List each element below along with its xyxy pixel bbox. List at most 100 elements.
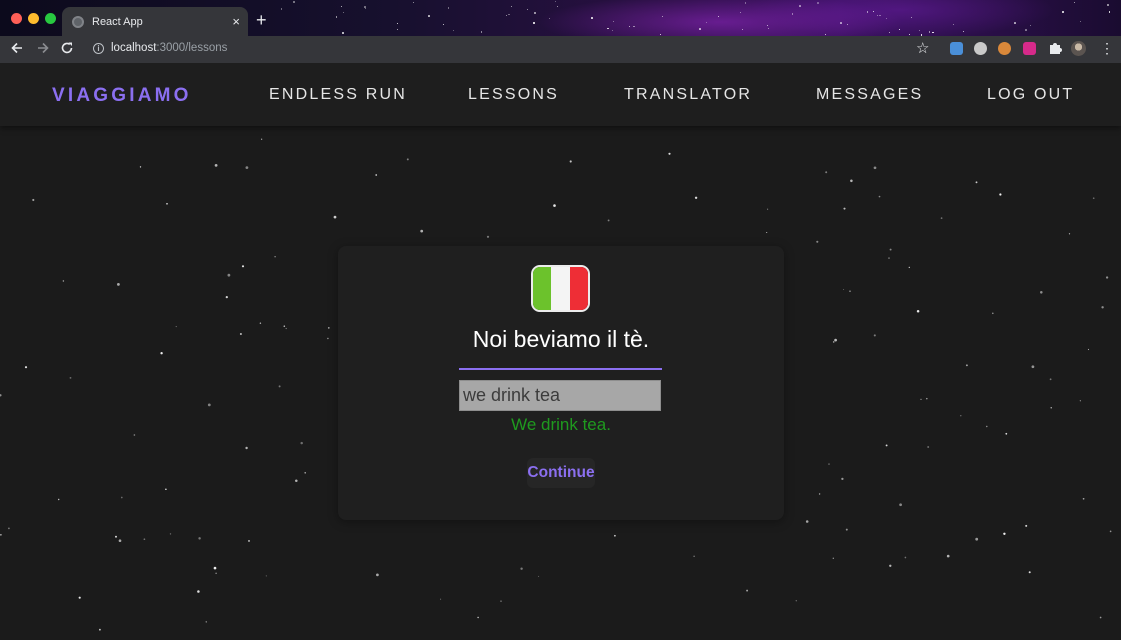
star-dot (1101, 306, 1104, 309)
star-dot (1028, 571, 1031, 574)
star-dot (342, 32, 344, 34)
star-dot (412, 1, 415, 4)
star-dot (139, 166, 142, 168)
app-navbar: VIAGGIAMO ENDLESS RUN LESSONS TRANSLATOR… (0, 63, 1121, 126)
star-dot (265, 575, 267, 577)
star-dot (169, 533, 172, 535)
italy-flag-icon (531, 265, 590, 312)
star-dot (420, 229, 424, 233)
star-dot (888, 257, 890, 259)
star-dot (1108, 11, 1111, 13)
address-bar[interactable]: localhost:3000/lessons (111, 42, 227, 54)
minimize-window-button[interactable] (28, 13, 39, 24)
nav-endless-run[interactable]: ENDLESS RUN (269, 86, 407, 104)
star-dot (872, 11, 874, 13)
star-dot (845, 528, 848, 531)
star-dot (1092, 197, 1095, 200)
star-dot (375, 174, 378, 176)
star-dot (843, 207, 846, 210)
star-dot (841, 477, 844, 481)
app-page: VIAGGIAMO ENDLESS RUN LESSONS TRANSLATOR… (0, 63, 1121, 640)
star-dot (850, 179, 853, 183)
menu-kebab-icon[interactable]: ⋮ (1100, 40, 1114, 56)
star-dot (816, 240, 819, 243)
star-dot (791, 12, 794, 15)
star-dot (165, 488, 167, 490)
star-dot (767, 25, 769, 27)
star-dot (406, 158, 409, 161)
star-dot (1099, 616, 1102, 619)
profile-avatar[interactable] (1071, 41, 1086, 56)
star-dot (24, 366, 28, 369)
star-dot (274, 256, 276, 258)
extension-gear-icon[interactable] (974, 42, 987, 55)
flag-stripe-red (569, 267, 588, 310)
new-tab-button[interactable]: + (256, 11, 267, 29)
star-dot (259, 322, 262, 324)
star-dot (611, 30, 613, 32)
url-path: :3000/lessons (156, 42, 228, 54)
star-dot (918, 29, 920, 31)
extension-cookie-icon[interactable] (998, 42, 1011, 55)
star-dot (505, 14, 508, 16)
star-dot (1080, 20, 1082, 22)
forward-arrow-icon[interactable] (36, 41, 50, 58)
star-dot (876, 14, 878, 16)
star-dot (341, 6, 342, 7)
star-dot (0, 534, 2, 536)
star-dot (1068, 233, 1071, 235)
star-dot (698, 28, 701, 31)
star-dot (633, 26, 635, 28)
star-dot (1005, 432, 1008, 435)
star-dot (549, 17, 551, 19)
star-dot (292, 0, 295, 3)
nav-translator[interactable]: TRANSLATOR (624, 86, 752, 104)
star-dot (909, 33, 911, 36)
star-dot (1025, 524, 1028, 527)
star-dot (590, 17, 593, 19)
star-dot (99, 628, 101, 631)
reload-icon[interactable] (60, 41, 74, 58)
star-dot (834, 338, 837, 342)
star-dot (1079, 400, 1081, 402)
nav-messages[interactable]: MESSAGES (816, 86, 923, 104)
answer-input[interactable] (459, 380, 661, 411)
star-dot (607, 27, 609, 30)
url-host: localhost (111, 42, 157, 54)
star-dot (1082, 497, 1085, 500)
star-dot (245, 166, 249, 169)
maximize-window-button[interactable] (45, 13, 56, 24)
star-dot (397, 22, 398, 24)
extension-bookmark-icon[interactable] (950, 42, 963, 55)
close-window-button[interactable] (11, 13, 22, 24)
extension-grid-icon[interactable] (1023, 42, 1036, 55)
extensions-puzzle-icon[interactable] (1048, 41, 1062, 58)
star-dot (849, 290, 851, 292)
star-dot (1107, 4, 1109, 6)
nav-lessons[interactable]: LESSONS (468, 86, 559, 104)
nav-log-out[interactable]: LOG OUT (987, 86, 1074, 104)
star-dot (213, 566, 217, 570)
back-arrow-icon[interactable] (10, 41, 24, 58)
info-icon[interactable]: i (93, 43, 104, 54)
star-dot (557, 5, 559, 7)
star-dot (197, 590, 200, 593)
bookmark-star-icon[interactable]: ☆ (916, 39, 929, 57)
star-dot (1029, 25, 1031, 27)
star-dot (798, 5, 801, 7)
star-dot (873, 166, 877, 170)
browser-tab[interactable]: React App × (62, 7, 248, 36)
lesson-card: Noi beviamo il tè. We drink tea. Continu… (338, 246, 784, 520)
star-dot (227, 273, 231, 277)
star-dot (946, 554, 950, 558)
continue-button[interactable]: Continue (527, 458, 595, 488)
globe-icon (72, 15, 84, 28)
star-dot (885, 444, 888, 447)
star-dot (510, 5, 512, 7)
star-dot (278, 385, 281, 388)
star-dot (214, 164, 218, 167)
brand-logo[interactable]: VIAGGIAMO (52, 85, 192, 107)
tab-close-icon[interactable]: × (232, 15, 240, 28)
star-dot (932, 32, 934, 34)
star-dot (553, 204, 556, 207)
